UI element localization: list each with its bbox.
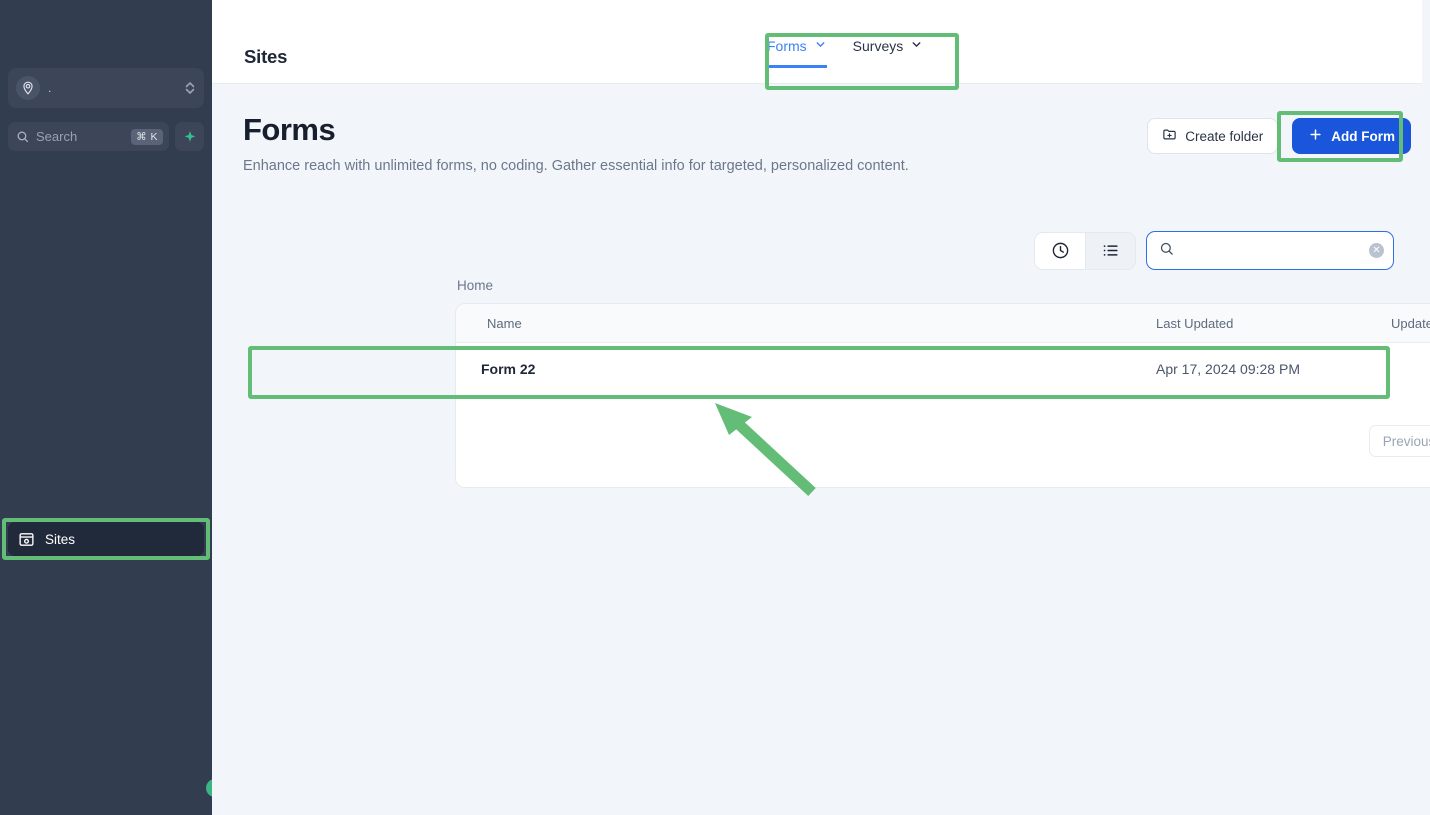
column-header-name: Name [487, 315, 522, 331]
search-shortcut-badge: ⌘ K [131, 128, 163, 145]
clock-icon[interactable] [1035, 232, 1085, 269]
row-name: Form 22 [481, 361, 536, 377]
add-form-label: Add Form [1331, 128, 1395, 144]
table-header-row: Name Last Updated Updated By [456, 304, 1430, 343]
sidebar-item-sites[interactable]: Sites [8, 522, 204, 556]
chevron-up-down-icon [184, 80, 196, 96]
tab-surveys[interactable]: Surveys [853, 38, 924, 68]
folder-plus-icon [1162, 127, 1177, 145]
forms-search-input[interactable] [1183, 243, 1360, 258]
plus-icon [1308, 127, 1323, 145]
breadcrumb[interactable]: Home [457, 278, 493, 293]
forms-table-card: Name Last Updated Updated By Form 22 Apr… [455, 303, 1430, 488]
add-form-button[interactable]: Add Form [1292, 118, 1411, 154]
workspace-name: . [48, 81, 52, 95]
page-heading-block: Forms Enhance reach with unlimited forms… [243, 112, 1003, 178]
search-icon [1159, 241, 1174, 261]
list-icon[interactable] [1085, 232, 1135, 269]
page-subtitle: Enhance reach with unlimited forms, no c… [243, 158, 909, 174]
tab-forms[interactable]: Forms [767, 38, 827, 68]
section-tabs: Forms Surveys [767, 38, 923, 68]
sidebar: . Search ⌘ K Sites [0, 0, 224, 815]
sidebar-search-placeholder: Search [36, 129, 78, 144]
workspace-avatar-icon [16, 76, 40, 100]
main-content: Sites Forms Surveys Forms Enhance reach … [212, 0, 1430, 815]
column-header-updated-by: Updated By [1391, 315, 1430, 331]
table-row[interactable]: Form 22 Apr 17, 2024 09:28 PM [456, 343, 1430, 395]
tab-forms-label: Forms [767, 38, 807, 54]
search-icon [16, 130, 29, 143]
sparkle-icon[interactable] [175, 122, 204, 151]
create-folder-button[interactable]: Create folder [1147, 118, 1279, 154]
chevron-down-icon [910, 38, 923, 54]
app-root: . Search ⌘ K Sites Sites Forms Surveys F… [0, 0, 1430, 815]
row-last-updated: Apr 17, 2024 09:28 PM [1156, 361, 1300, 377]
column-header-last-updated: Last Updated [1156, 315, 1234, 331]
page-header-title: Sites [244, 46, 288, 67]
list-toolbar: ✕ [1034, 231, 1394, 270]
sidebar-item-label: Sites [45, 531, 76, 547]
sidebar-search-input[interactable]: Search ⌘ K [8, 122, 169, 151]
clear-icon[interactable]: ✕ [1369, 243, 1384, 258]
workspace-switcher[interactable]: . [8, 68, 204, 108]
chevron-down-icon [814, 38, 827, 54]
page-title: Forms [243, 112, 336, 147]
sites-icon [18, 531, 35, 548]
forms-search-field[interactable]: ✕ [1146, 231, 1394, 270]
create-folder-label: Create folder [1185, 128, 1264, 144]
tab-surveys-label: Surveys [852, 38, 904, 54]
view-mode-toggle-group [1034, 231, 1136, 270]
header-actions: Create folder Add Form [1147, 118, 1411, 154]
pagination-previous[interactable]: Previous [1368, 425, 1430, 457]
sidebar-search-row: Search ⌘ K [8, 122, 204, 151]
pagination: Previous 1 Next [456, 395, 1430, 487]
